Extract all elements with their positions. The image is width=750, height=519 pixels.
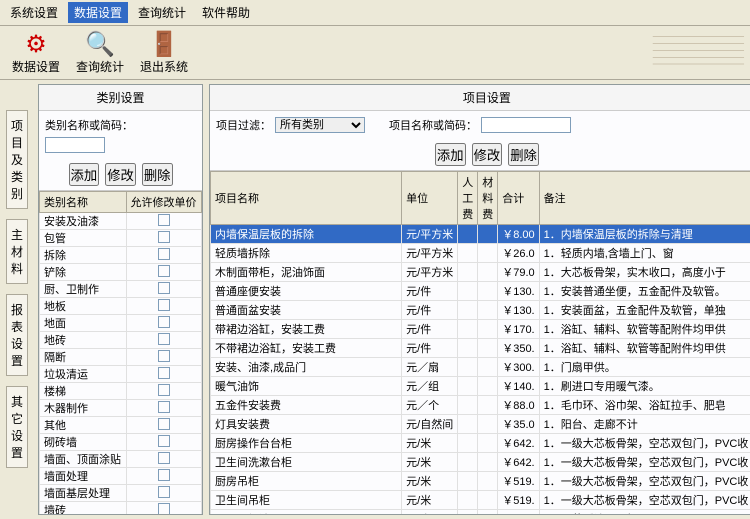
menu-1[interactable]: 数据设置 [68, 2, 128, 23]
project-panel: 项目设置 项目过滤： 所有类别 项目名称或简码： 添加修改删除 项目名称单位人工… [209, 84, 750, 515]
category-table[interactable]: 类别名称允许修改单价安装及油漆包管拆除铲除厨、卫制作地板地面地砖隔断垃圾清运楼梯… [39, 191, 202, 514]
sidebar-主材料[interactable]: 主材料 [6, 219, 28, 284]
category-panel: 类别设置 类别名称或简码： 添加修改删除 类别名称允许修改单价安装及油漆包管拆除… [38, 84, 203, 515]
project-row[interactable]: 木制面带柜，泥油饰面元/平方米￥79.01．大芯板骨架，实木收口，高度小于 [211, 263, 750, 282]
proj-btn-修改[interactable]: 修改 [472, 143, 503, 166]
cat-btn-添加[interactable]: 添加 [69, 163, 100, 186]
project-panel-title: 项目设置 [210, 85, 750, 111]
category-row[interactable]: 墙面处理 [40, 468, 202, 485]
project-row[interactable]: 五金件安装费元／个￥88.01．毛巾环、浴巾架、浴缸拉手、肥皂 [211, 396, 750, 415]
project-filter-label: 项目过滤： [216, 117, 271, 133]
category-search-input[interactable] [45, 137, 105, 153]
column-decoration: 𝄚𝄚𝄚𝄚 [653, 31, 736, 74]
category-row[interactable]: 地面 [40, 315, 202, 332]
project-row[interactable]: 灯具安装费元/自然间￥35.01．阳台、走廊不计 [211, 415, 750, 434]
category-row[interactable]: 木器制作 [40, 400, 202, 417]
category-row[interactable]: 拆除 [40, 247, 202, 264]
category-search-label: 类别名称或简码： [45, 117, 133, 133]
project-search-input[interactable] [481, 117, 571, 133]
category-row[interactable]: 楼梯 [40, 383, 202, 400]
menu-3[interactable]: 软件帮助 [196, 2, 256, 23]
toolbar: ⚙数据设置 🔍查询统计 🚪退出系统 𝄚𝄚𝄚𝄚 [0, 26, 750, 80]
category-row[interactable]: 厨、卫制作 [40, 281, 202, 298]
cat-btn-修改[interactable]: 修改 [105, 163, 136, 186]
project-row[interactable]: 厨房操作台台柜元/米￥642.1．一级大芯板骨架，空芯双包门，PVC收 [211, 434, 750, 453]
category-row[interactable]: 包管 [40, 230, 202, 247]
tool-退出系统[interactable]: 🚪退出系统 [140, 30, 188, 75]
sidebar-报表设置[interactable]: 报表设置 [6, 294, 28, 376]
project-row[interactable]: 安装、油漆,成品门元／扇￥300.1．门扇甲供。 [211, 358, 750, 377]
tool-查询统计[interactable]: 🔍查询统计 [76, 30, 124, 75]
category-row[interactable]: 垃圾清运 [40, 366, 202, 383]
project-row[interactable]: 暖气油饰元／组￥140.1．刷进口专用暖气漆。 [211, 377, 750, 396]
category-row[interactable]: 地板 [40, 298, 202, 315]
project-row[interactable]: 带裙边浴缸，安装工费元/件￥170.1．浴缸、辅料、软管等配附件均甲供 [211, 320, 750, 339]
category-row[interactable]: 墙砖 [40, 502, 202, 515]
category-row[interactable]: 其他 [40, 417, 202, 434]
category-row[interactable]: 砌砖墙 [40, 434, 202, 451]
sidebar: 项目及类别主材料报表设置其它设置 [0, 80, 34, 519]
project-filter-select[interactable]: 所有类别 [275, 117, 365, 133]
project-row[interactable]: 普通座便安装元/件￥130.1．安装普通坐便，五金配件及软管。 [211, 282, 750, 301]
project-row[interactable]: 卫生间洗漱台柜元/米￥642.1．一级大芯板骨架，空芯双包门，PVC收 [211, 453, 750, 472]
project-row[interactable]: 厨房吊柜元/米￥519.1．一级大芯板骨架，空芯双包门，PVC收 [211, 472, 750, 491]
tool-数据设置[interactable]: ⚙数据设置 [12, 30, 60, 75]
category-row[interactable]: 墙面、顶面涂贴 [40, 451, 202, 468]
category-buttons: 添加修改删除 [39, 159, 202, 190]
menubar: 系统设置数据设置查询统计软件帮助 [0, 0, 750, 26]
category-panel-title: 类别设置 [39, 85, 202, 111]
sidebar-其它设置[interactable]: 其它设置 [6, 386, 28, 468]
project-table[interactable]: 项目名称单位人工费材料费合计备注内墙保温层板的拆除元/平方米￥8.001．内墙保… [210, 171, 750, 514]
project-row[interactable]: 不带裙边浴缸，安装工费元/件￥350.1．浴缸、辅料、软管等配附件均甲供 [211, 339, 750, 358]
project-row[interactable]: 内墙保温层板的拆除元/平方米￥8.001．内墙保温层板的拆除与清理 [211, 225, 750, 244]
project-search-label: 项目名称或简码： [389, 117, 477, 133]
project-row[interactable]: 普通面盆安装元/件￥130.1．安装面盆，五金配件及软管，单独 [211, 301, 750, 320]
sidebar-项目及类别[interactable]: 项目及类别 [6, 110, 28, 209]
project-buttons: 添加修改删除 [210, 139, 750, 170]
category-row[interactable]: 隔断 [40, 349, 202, 366]
category-row[interactable]: 铲除 [40, 264, 202, 281]
proj-btn-添加[interactable]: 添加 [435, 143, 466, 166]
project-row[interactable]: 卫生间吊柜元/米￥519.1．一级大芯板骨架，空芯双包门，PVC收 [211, 491, 750, 510]
menu-2[interactable]: 查询统计 [132, 2, 192, 23]
proj-btn-删除[interactable]: 删除 [508, 143, 539, 166]
category-row[interactable]: 地砖 [40, 332, 202, 349]
project-row[interactable]: 厨卫间加油层元/米￥44.01．工艺腻法同吊柜 [211, 510, 750, 515]
category-row[interactable]: 墙面基层处理 [40, 485, 202, 502]
project-row[interactable]: 轻质墙拆除元/平方米￥26.01．轻质内墙,含墙上门、窗 [211, 244, 750, 263]
menu-0[interactable]: 系统设置 [4, 2, 64, 23]
cat-btn-删除[interactable]: 删除 [142, 163, 173, 186]
category-row[interactable]: 安装及油漆 [40, 213, 202, 230]
